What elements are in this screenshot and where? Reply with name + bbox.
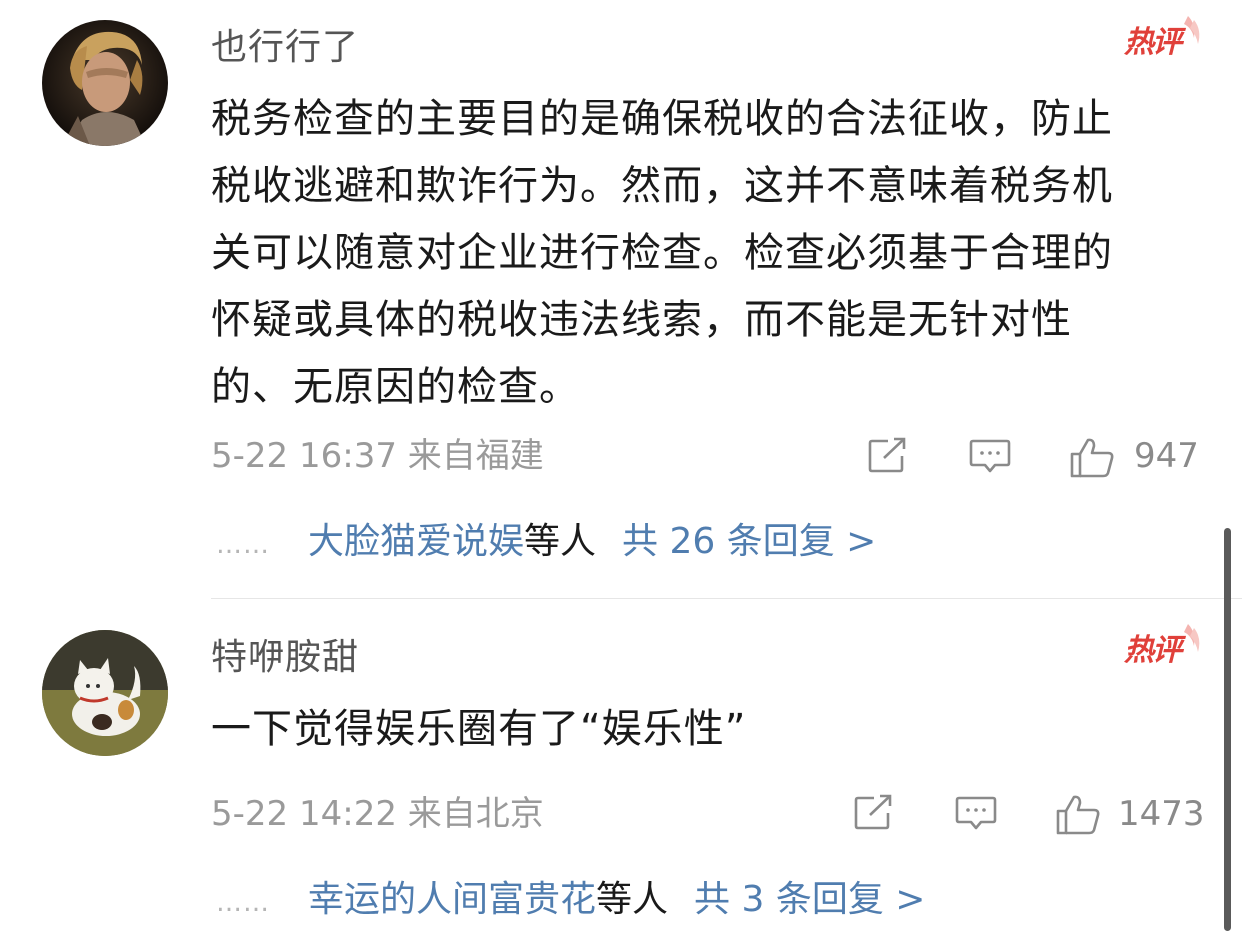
- comment-text-line: 一下觉得娱乐圈有了“娱乐性”: [211, 706, 747, 752]
- avatar[interactable]: [42, 630, 168, 756]
- comment-time: 5-22 14:22: [211, 794, 397, 834]
- share-icon[interactable]: [852, 793, 896, 833]
- comment-time: 5-22 16:37: [211, 436, 397, 476]
- comment-meta: 5-22 14:22 来自北京: [211, 792, 544, 836]
- like-count: 947: [1134, 436, 1199, 476]
- replies-summary[interactable]: …… 大脸猫爱说娱等人共 26 条回复 >: [216, 518, 876, 569]
- comment-text: 一下觉得娱乐圈有了“娱乐性”: [211, 696, 1211, 763]
- view-replies-link[interactable]: 共 3 条回复 >: [694, 879, 925, 920]
- username[interactable]: 特咿胺甜: [211, 634, 359, 682]
- replies-ellipsis: ……: [216, 530, 270, 560]
- scrollbar[interactable]: [1224, 528, 1231, 931]
- comment-icon[interactable]: [968, 436, 1012, 476]
- hot-comment-badge: 热评: [1118, 14, 1202, 66]
- comment-location: 来自北京: [407, 794, 544, 834]
- like-count: 1473: [1118, 794, 1205, 834]
- replies-summary[interactable]: …… 幸运的人间富贵花等人共 3 条回复 >: [216, 876, 925, 927]
- comment-text-line: 怀疑或具体的税收违法线索，而不能是无针对性: [211, 297, 1072, 343]
- reply-users-suffix: 等人: [596, 879, 669, 920]
- comment-icon[interactable]: [954, 793, 998, 833]
- comment-text-line: 的、无原因的检查。: [211, 364, 580, 410]
- comment-text-line: 关可以随意对企业进行检查。检查必须基于合理的: [211, 230, 1113, 276]
- comment-item: 特咿胺甜 热评 一下觉得娱乐圈有了“娱乐性” 5-22 14:22 来自北京 1…: [0, 600, 1242, 931]
- comment-feed: 也行行了 热评 税务检查的主要目的是确保税收的合法征收，防止 税收逃避和欺诈行为…: [0, 0, 1242, 931]
- hot-badge-label: 热评: [1124, 25, 1182, 60]
- replies-ellipsis: ……: [216, 888, 270, 918]
- hot-badge-label: 热评: [1124, 633, 1182, 668]
- reply-users-suffix: 等人: [524, 521, 597, 562]
- view-replies-link[interactable]: 共 26 条回复 >: [622, 521, 876, 562]
- reply-users-link[interactable]: 幸运的人间富贵花: [308, 879, 596, 920]
- comment-location: 来自福建: [407, 436, 544, 476]
- comment-item: 也行行了 热评 税务检查的主要目的是确保税收的合法征收，防止 税收逃避和欺诈行为…: [0, 0, 1242, 600]
- thumbs-up-icon[interactable]: [1054, 793, 1100, 835]
- hot-comment-badge: 热评: [1118, 622, 1202, 674]
- thumbs-up-icon[interactable]: [1068, 436, 1114, 478]
- divider: [211, 598, 1242, 599]
- username[interactable]: 也行行了: [211, 24, 359, 72]
- comment-text: 税务检查的主要目的是确保税收的合法征收，防止 税收逃避和欺诈行为。然而，这并不意…: [211, 86, 1211, 421]
- avatar[interactable]: [42, 20, 168, 146]
- comment-text-line: 税收逃避和欺诈行为。然而，这并不意味着税务机: [211, 163, 1113, 209]
- comment-meta: 5-22 16:37 来自福建: [211, 434, 544, 478]
- share-icon[interactable]: [866, 436, 910, 476]
- reply-users-link[interactable]: 大脸猫爱说娱: [308, 521, 524, 562]
- comment-text-line: 税务检查的主要目的是确保税收的合法征收，防止: [211, 96, 1113, 142]
